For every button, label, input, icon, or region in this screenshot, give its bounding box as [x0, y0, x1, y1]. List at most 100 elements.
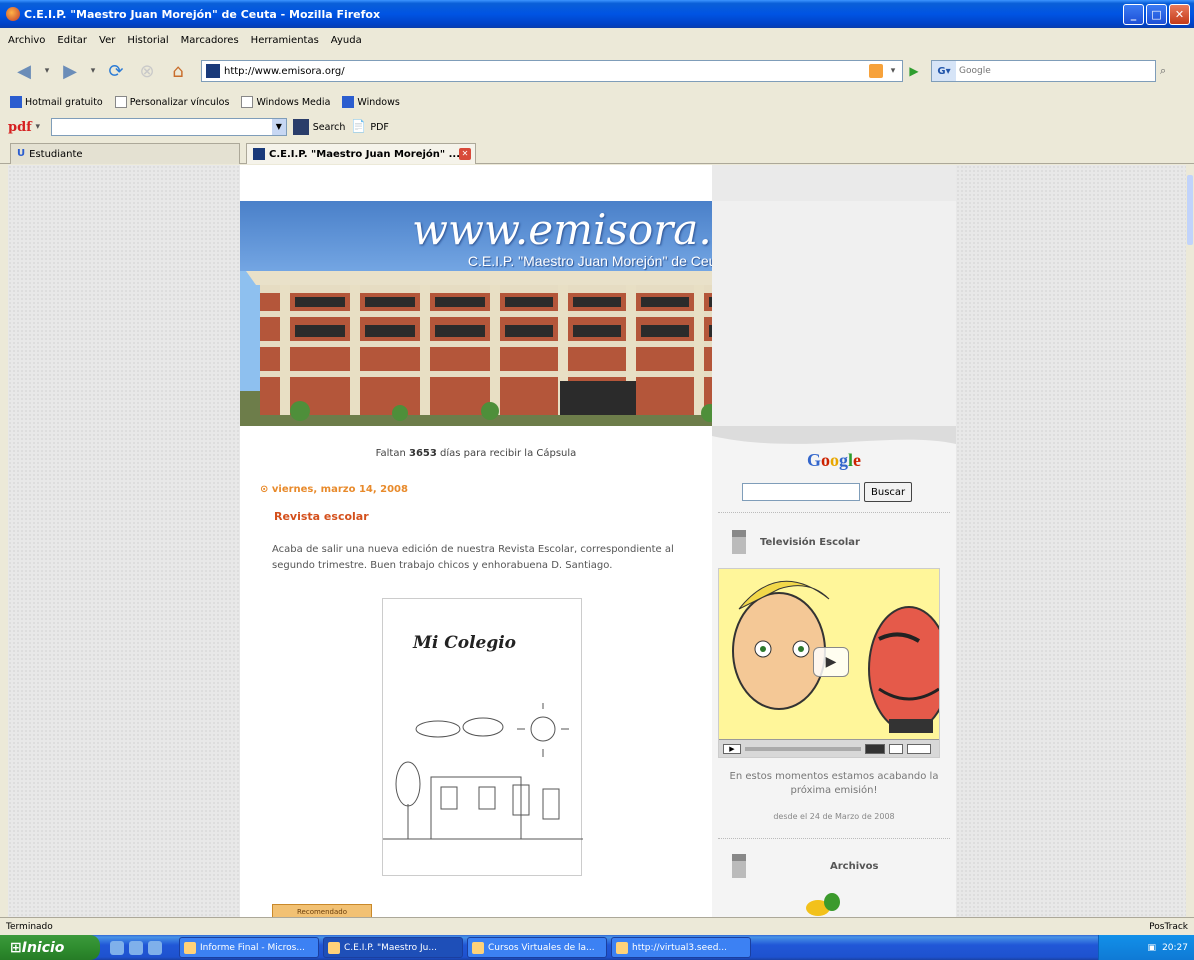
- close-button[interactable]: ✕: [1169, 3, 1190, 25]
- url-input[interactable]: [224, 65, 869, 77]
- search-icon: [292, 119, 309, 135]
- magazine-cover-image[interactable]: Mi Colegio: [382, 598, 583, 876]
- address-bar[interactable]: ▾: [201, 60, 903, 82]
- firefox-icon: [6, 7, 20, 21]
- firefox-icon: [328, 941, 340, 954]
- media-quicklaunch-icon[interactable]: [148, 940, 162, 955]
- menu-ayuda[interactable]: Ayuda: [331, 35, 362, 46]
- browser-icon: [616, 941, 628, 954]
- browser-icon: [472, 941, 484, 954]
- taskbar-item-cursos[interactable]: Cursos Virtuales de la...: [467, 937, 607, 958]
- tab-bar: U Estudiante C.E.I.P. "Maestro Juan More…: [0, 140, 1194, 164]
- chevron-down-icon[interactable]: ▼: [271, 119, 286, 135]
- menu-historial[interactable]: Historial: [127, 35, 168, 46]
- video-message: En estos momentos estamos acabando la pr…: [729, 771, 939, 796]
- google-logo: Google: [806, 450, 862, 470]
- stop-icon[interactable]: ⊗: [133, 57, 161, 85]
- recommended-badge[interactable]: Recomendado: [272, 904, 372, 917]
- navigation-toolbar: ◀ ▾ ▶ ▾ ⟳ ⊗ ⌂ ▾ ▶ G▾ ⌕: [0, 52, 1194, 90]
- maximize-button[interactable]: □: [1146, 3, 1167, 25]
- forward-history-dropdown-icon[interactable]: ▾: [87, 57, 99, 85]
- url-history-dropdown-icon[interactable]: ▾: [887, 57, 899, 85]
- main-column: Faltan 3653 días para recibir la Cápsula…: [240, 426, 712, 917]
- page-icon: [114, 96, 127, 108]
- post-body: Acaba de salir una nueva edición de nues…: [272, 544, 674, 571]
- word-icon: [184, 941, 196, 954]
- windows-taskbar: ⊞ Inicio Informe Final - Micros... C.E.I…: [0, 935, 1194, 960]
- divider: [718, 512, 950, 513]
- status-bar: Terminado PosTrack: [0, 917, 1194, 935]
- page-viewport: www.emisora.org C.E.I.P. "Maestro Juan M…: [8, 165, 1186, 917]
- bookmark-windows-media[interactable]: Windows Media: [241, 96, 330, 108]
- start-button[interactable]: ⊞ Inicio: [0, 935, 100, 960]
- post-title[interactable]: Revista escolar: [274, 510, 369, 523]
- archive-heading: Archivos: [732, 854, 879, 878]
- taskbar-item-virtual[interactable]: http://virtual3.seed...: [611, 937, 751, 958]
- pdf-menu-dropdown-icon[interactable]: ▾: [32, 113, 44, 141]
- system-tray: ▣ 20:27: [1098, 935, 1194, 960]
- window-titlebar: C.E.I.P. "Maestro Juan Morejón" de Ceuta…: [0, 0, 1194, 28]
- google-engine-icon[interactable]: G▾: [932, 61, 956, 81]
- tab-close-icon[interactable]: ✕: [459, 148, 471, 160]
- home-icon[interactable]: ⌂: [164, 57, 192, 85]
- bookmark-windows[interactable]: Windows: [342, 96, 400, 108]
- site-favicon-icon: [253, 148, 265, 160]
- search-bar[interactable]: G▾: [931, 60, 1156, 82]
- tab-emisora[interactable]: C.E.I.P. "Maestro Juan Morejón" ... ✕: [246, 143, 476, 164]
- windows-flag-icon: ⊞: [10, 939, 22, 956]
- bookmarks-bar: Hotmail gratuito Personalizar vínculos W…: [0, 90, 1194, 114]
- back-history-dropdown-icon[interactable]: ▾: [41, 57, 53, 85]
- pdf-search-field[interactable]: ▼: [50, 118, 287, 136]
- bookmark-personalizar[interactable]: Personalizar vínculos: [114, 96, 229, 108]
- msn-icon: [10, 96, 22, 108]
- pdf-search-button[interactable]: Search: [292, 119, 345, 135]
- network-icon[interactable]: ▣: [1148, 943, 1157, 953]
- play-icon[interactable]: ▶: [813, 647, 849, 677]
- taskbar-item-firefox[interactable]: C.E.I.P. "Maestro Ju...: [323, 937, 463, 958]
- bookmark-hotmail[interactable]: Hotmail gratuito: [10, 96, 103, 108]
- countdown-days: 3653: [409, 448, 437, 459]
- search-button[interactable]: Buscar: [864, 482, 913, 502]
- scrollbar-thumb[interactable]: [1187, 175, 1193, 245]
- firefox-quicklaunch-icon[interactable]: [129, 940, 143, 955]
- video-progress-track[interactable]: [745, 746, 861, 751]
- sidebar-content: Google Buscar Televisión Escolar ▶ ▶ En …: [712, 426, 956, 917]
- menu-bar: Archivo Editar Ver Historial Marcadores …: [0, 28, 1194, 52]
- taskbar-item-word[interactable]: Informe Final - Micros...: [179, 937, 319, 958]
- back-arrow-icon[interactable]: ◀: [10, 57, 38, 85]
- search-input[interactable]: [956, 66, 1155, 76]
- menu-editar[interactable]: Editar: [57, 35, 87, 46]
- video-controls: ▶: [719, 739, 939, 757]
- fruit-decoration-icon: [806, 893, 840, 916]
- menu-archivo[interactable]: Archivo: [8, 35, 45, 46]
- youtube-logo-icon[interactable]: [907, 743, 931, 754]
- menu-herramientas[interactable]: Herramientas: [251, 35, 319, 46]
- search-magnifier-icon[interactable]: ⌕: [1160, 64, 1174, 78]
- post-date: ⊙ viernes, marzo 14, 2008: [260, 484, 408, 495]
- tab-estudiante[interactable]: U Estudiante: [10, 143, 240, 164]
- video-player[interactable]: ▶ ▶: [718, 568, 940, 758]
- vertical-scrollbar[interactable]: [1186, 165, 1194, 917]
- rss-feed-icon[interactable]: [869, 64, 883, 78]
- pdf-logo: pdf: [8, 119, 32, 135]
- pdf-toolbar: pdf ▾ ▼ Search 📄 PDF: [0, 114, 1194, 140]
- page-icon: [241, 96, 254, 108]
- volume-icon[interactable]: [865, 743, 885, 754]
- go-arrow-icon[interactable]: ▶: [905, 62, 923, 80]
- clock: 20:27: [1162, 942, 1188, 953]
- forward-arrow-icon[interactable]: ▶: [56, 57, 84, 85]
- pdf-document-icon: 📄: [351, 119, 367, 133]
- menu-ver[interactable]: Ver: [99, 35, 115, 46]
- reload-icon[interactable]: ⟳: [102, 57, 130, 85]
- google-search-input[interactable]: [742, 483, 860, 501]
- minimize-button[interactable]: _: [1123, 3, 1144, 25]
- status-right: PosTrack: [1149, 921, 1188, 932]
- divider: [718, 838, 950, 839]
- ie-quicklaunch-icon[interactable]: [110, 940, 124, 955]
- fullscreen-icon[interactable]: [889, 743, 903, 754]
- menu-marcadores[interactable]: Marcadores: [181, 35, 239, 46]
- status-text: Terminado: [6, 921, 53, 932]
- pdf-convert-button[interactable]: 📄 PDF: [351, 119, 388, 135]
- archive-icon: [732, 854, 746, 878]
- play-pause-button[interactable]: ▶: [723, 743, 741, 754]
